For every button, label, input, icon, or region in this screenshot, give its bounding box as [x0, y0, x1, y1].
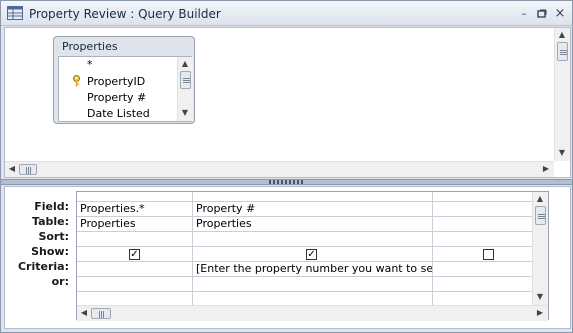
grid-sort-cell[interactable] [193, 231, 432, 246]
properties-table-box[interactable]: Properties * PropertyID Property # Date … [53, 36, 195, 124]
scroll-down-icon[interactable]: ▼ [533, 290, 547, 304]
grid-sort-cell[interactable] [433, 231, 532, 246]
scroll-thumb[interactable] [19, 164, 37, 175]
scroll-down-icon[interactable]: ▼ [178, 106, 192, 120]
scroll-right-icon[interactable]: ▶ [533, 306, 547, 320]
field-list-item[interactable]: Property # [87, 91, 146, 104]
title-bar[interactable]: Property Review : Query Builder – × [1, 1, 572, 26]
scroll-up-icon[interactable]: ▲ [533, 192, 547, 206]
scroll-down-icon[interactable]: ▼ [555, 146, 569, 160]
grid-sort-cell[interactable] [77, 231, 192, 246]
query-builder-window: Property Review : Query Builder – × Prop… [0, 0, 573, 333]
grid-table-cell[interactable]: Properties [77, 216, 192, 231]
row-label-show: Show: [31, 245, 69, 258]
show-checkbox[interactable]: ✓ [306, 249, 317, 260]
scroll-up-icon[interactable]: ▲ [555, 28, 569, 42]
grid-criteria-cell[interactable]: [Enter the property number you want to s… [193, 261, 432, 276]
grid-field-cell[interactable]: Properties.* [77, 201, 192, 216]
grid-criteria-cell[interactable] [433, 261, 532, 276]
grid-field-cell[interactable]: Property # [193, 201, 432, 216]
grid-table-cell[interactable] [433, 216, 532, 231]
upper-vertical-scrollbar[interactable]: ▲ ▼ [554, 28, 570, 161]
row-label-table: Table: [31, 215, 69, 228]
field-list-item[interactable]: PropertyID [87, 75, 145, 88]
scroll-thumb[interactable] [91, 308, 111, 319]
field-list-item[interactable]: * [87, 58, 93, 71]
grid-criteria-cell[interactable] [77, 261, 192, 276]
grid-or-cell[interactable] [77, 276, 192, 291]
query-design-grid[interactable]: Properties.* Properties ✓ Property # Pro… [76, 191, 549, 321]
close-icon[interactable]: × [553, 7, 567, 20]
field-list-scrollbar[interactable]: ▲ ▼ [177, 57, 193, 121]
row-label-sort: Sort: [38, 230, 69, 243]
row-label-criteria: Criteria: [17, 260, 69, 273]
splitter-grip[interactable] [269, 180, 305, 184]
scroll-right-icon[interactable]: ▶ [539, 162, 553, 176]
table-diagram-pane[interactable]: Properties * PropertyID Property # Date … [4, 27, 571, 178]
primary-key-icon [73, 75, 80, 87]
scroll-thumb[interactable] [535, 206, 546, 225]
restore-icon[interactable] [535, 7, 549, 20]
window-title: Property Review : Query Builder [29, 7, 221, 21]
design-grid-pane[interactable]: Field: Table: Sort: Show: Criteria: or: … [4, 186, 571, 329]
grid-field-cell[interactable] [433, 201, 532, 216]
scroll-left-icon[interactable]: ◀ [77, 306, 91, 320]
scroll-thumb[interactable] [180, 71, 191, 89]
grid-or-cell[interactable] [433, 276, 532, 291]
row-label-or: or: [51, 275, 69, 288]
scroll-up-icon[interactable]: ▲ [178, 57, 192, 71]
show-checkbox[interactable] [483, 249, 494, 260]
field-list-item[interactable]: Date Listed [87, 107, 150, 120]
upper-horizontal-scrollbar[interactable]: ◀ ▶ [5, 161, 554, 177]
query-design-icon [7, 6, 23, 20]
row-label-field: Field: [34, 200, 69, 213]
field-list[interactable]: * PropertyID Property # Date Listed ▲ ▼ [58, 56, 193, 122]
grid-horizontal-scrollbar[interactable]: ◀ ▶ [77, 305, 548, 321]
grid-or-cell[interactable] [193, 276, 432, 291]
minimize-icon[interactable]: – [517, 7, 531, 20]
grid-vertical-scrollbar[interactable]: ▲ ▼ [532, 192, 548, 305]
grid-table-cell[interactable]: Properties [193, 216, 432, 231]
show-checkbox[interactable]: ✓ [129, 249, 140, 260]
table-box-title: Properties [62, 40, 118, 53]
scroll-left-icon[interactable]: ◀ [5, 162, 19, 176]
pane-splitter[interactable] [1, 179, 572, 185]
scroll-thumb[interactable] [557, 42, 568, 61]
